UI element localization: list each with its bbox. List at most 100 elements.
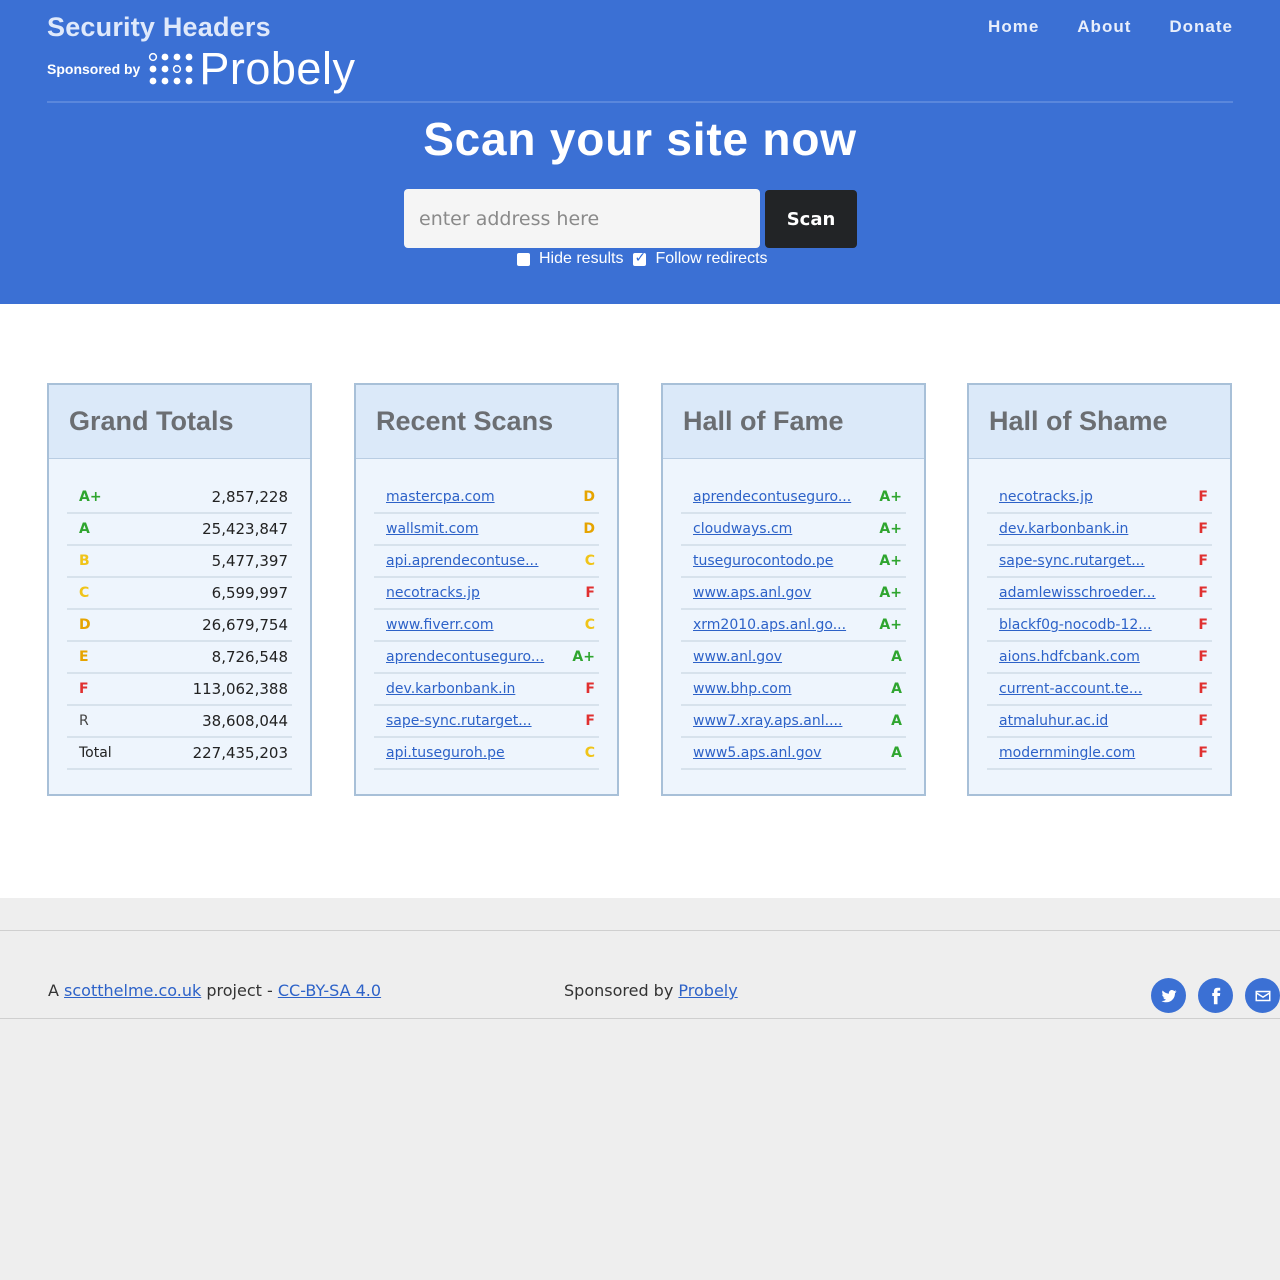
site-title[interactable]: Security Headers (47, 12, 271, 43)
site-link[interactable]: mastercpa.com (386, 489, 495, 505)
probely-wordmark[interactable]: Probely (199, 46, 355, 92)
site-link[interactable]: www.anl.gov (693, 649, 782, 665)
site-grade: F (1198, 617, 1208, 633)
scan-row: mastercpa.com D (374, 482, 599, 514)
site-link[interactable]: aions.hdfcbank.com (999, 649, 1140, 665)
site-link[interactable]: www.aps.anl.gov (693, 585, 811, 601)
site-link[interactable]: api.aprendecontuse... (386, 553, 538, 569)
grade-count: 8,726,548 (211, 648, 288, 666)
site-grade: A (891, 745, 902, 761)
fame-row: www.anl.gov A (681, 642, 906, 674)
site-grade: F (585, 713, 595, 729)
site-link[interactable]: api.tuseguroh.pe (386, 745, 505, 761)
fame-row: www5.aps.anl.gov A (681, 738, 906, 770)
site-link[interactable]: modernmingle.com (999, 745, 1135, 761)
scan-row: api.aprendecontuse... C (374, 546, 599, 578)
scan-row: api.tuseguroh.pe C (374, 738, 599, 770)
site-grade: D (583, 521, 595, 537)
fame-row: www.aps.anl.gov A+ (681, 578, 906, 610)
follow-redirects-checkbox[interactable] (633, 249, 647, 266)
hide-results-checkbox[interactable] (517, 252, 530, 266)
site-link[interactable]: aprendecontuseguro... (693, 489, 851, 505)
site-grade: A (891, 713, 902, 729)
footer-probely-link[interactable]: Probely (678, 981, 737, 1000)
site-link[interactable]: adamlewisschroeder... (999, 585, 1156, 601)
site-link[interactable]: sape-sync.rutarget... (386, 713, 532, 729)
site-grade: F (1198, 489, 1208, 505)
nav-home-link[interactable]: Home (988, 17, 1039, 37)
grand-total-row: Total 227,435,203 (67, 738, 292, 770)
site-grade: F (1198, 521, 1208, 537)
scotthelme-link[interactable]: scotthelme.co.uk (64, 981, 201, 1000)
nav-donate-link[interactable]: Donate (1169, 17, 1233, 37)
total-count: 227,435,203 (192, 744, 288, 762)
site-link[interactable]: sape-sync.rutarget... (999, 553, 1145, 569)
shame-row: adamlewisschroeder... F (987, 578, 1212, 610)
site-link[interactable]: dev.karbonbank.in (386, 681, 515, 697)
fame-row: www7.xray.aps.anl.... A (681, 706, 906, 738)
site-link[interactable]: xrm2010.aps.anl.go... (693, 617, 846, 633)
grade-count: 6,599,997 (211, 584, 288, 602)
site-link[interactable]: tusegurocontodo.pe (693, 553, 833, 569)
site-link[interactable]: dev.karbonbank.in (999, 521, 1128, 537)
hall-of-fame-list: aprendecontuseguro... A+ cloudways.cm A+ t… (681, 482, 906, 770)
scan-row: dev.karbonbank.in F (374, 674, 599, 706)
shame-row: necotracks.jp F (987, 482, 1212, 514)
scan-heading: Scan your site now (423, 113, 857, 165)
hall-of-fame-title: Hall of Fame (683, 406, 844, 436)
footer-bottom-divider (0, 1018, 1280, 1019)
shame-row: sape-sync.rutarget... F (987, 546, 1212, 578)
fame-row: xrm2010.aps.anl.go... A+ (681, 610, 906, 642)
site-grade: F (585, 585, 595, 601)
site-link[interactable]: necotracks.jp (386, 585, 480, 601)
site-grade: C (584, 745, 595, 761)
site-link[interactable]: aprendecontuseguro... (386, 649, 544, 665)
follow-redirects-label[interactable]: Follow redirects (655, 250, 767, 268)
main-content: Grand Totals A+ 2,857,228 A 25,423,847 B 5,… (0, 304, 1280, 898)
email-icon[interactable] (1245, 978, 1280, 1013)
site-link[interactable]: www5.aps.anl.gov (693, 745, 821, 761)
nav-about-link[interactable]: About (1077, 17, 1131, 37)
hall-of-fame-card: Hall of Fame aprendecontuseguro... A+ clo… (661, 383, 926, 796)
scan-row: sape-sync.rutarget... F (374, 706, 599, 738)
footer-sponsored-text: Sponsored by (564, 981, 674, 1000)
license-link[interactable]: CC-BY-SA 4.0 (278, 981, 381, 1000)
address-input[interactable] (404, 189, 760, 248)
site-link[interactable]: www.fiverr.com (386, 617, 494, 633)
shame-row: aions.hdfcbank.com F (987, 642, 1212, 674)
recent-scans-card: Recent Scans mastercpa.com D wallsmit.com… (354, 383, 619, 796)
scan-button[interactable]: Scan (765, 190, 857, 248)
footer-prefix: A (48, 981, 59, 1000)
probely-logo-icon[interactable] (147, 51, 195, 87)
site-link[interactable]: www7.xray.aps.anl.... (693, 713, 842, 729)
grand-totals-title: Grand Totals (69, 406, 234, 436)
header-divider (47, 101, 1233, 103)
shame-row: dev.karbonbank.in F (987, 514, 1212, 546)
twitter-icon[interactable] (1151, 978, 1186, 1013)
site-link[interactable]: cloudways.cm (693, 521, 792, 537)
site-link[interactable]: necotracks.jp (999, 489, 1093, 505)
grade-count: 38,608,044 (202, 712, 288, 730)
site-link[interactable]: www.bhp.com (693, 681, 792, 697)
footer-sponsor: Sponsored by Probely (564, 981, 738, 1000)
grade-count: 2,857,228 (211, 488, 288, 506)
site-link[interactable]: wallsmit.com (386, 521, 478, 537)
card-header: Recent Scans (356, 385, 617, 459)
site-link[interactable]: current-account.te... (999, 681, 1142, 697)
grade-count: 25,423,847 (202, 520, 288, 538)
hide-results-label[interactable]: Hide results (539, 250, 623, 268)
site-grade: F (1198, 649, 1208, 665)
grade-count: 113,062,388 (192, 680, 288, 698)
main-nav: Home About Donate (988, 17, 1233, 37)
site-grade: A+ (879, 585, 902, 601)
site-grade: F (1198, 553, 1208, 569)
site-grade: F (585, 681, 595, 697)
facebook-icon[interactable] (1198, 978, 1233, 1013)
site-grade: F (1198, 585, 1208, 601)
site-link[interactable]: blackf0g-nocodb-12... (999, 617, 1152, 633)
recent-scans-list: mastercpa.com D wallsmit.com D api.aprende… (374, 482, 599, 770)
grade-label: F (79, 681, 89, 697)
site-link[interactable]: atmaluhur.ac.id (999, 713, 1108, 729)
grade-label: E (79, 649, 89, 665)
grade-total-row: D 26,679,754 (67, 610, 292, 642)
